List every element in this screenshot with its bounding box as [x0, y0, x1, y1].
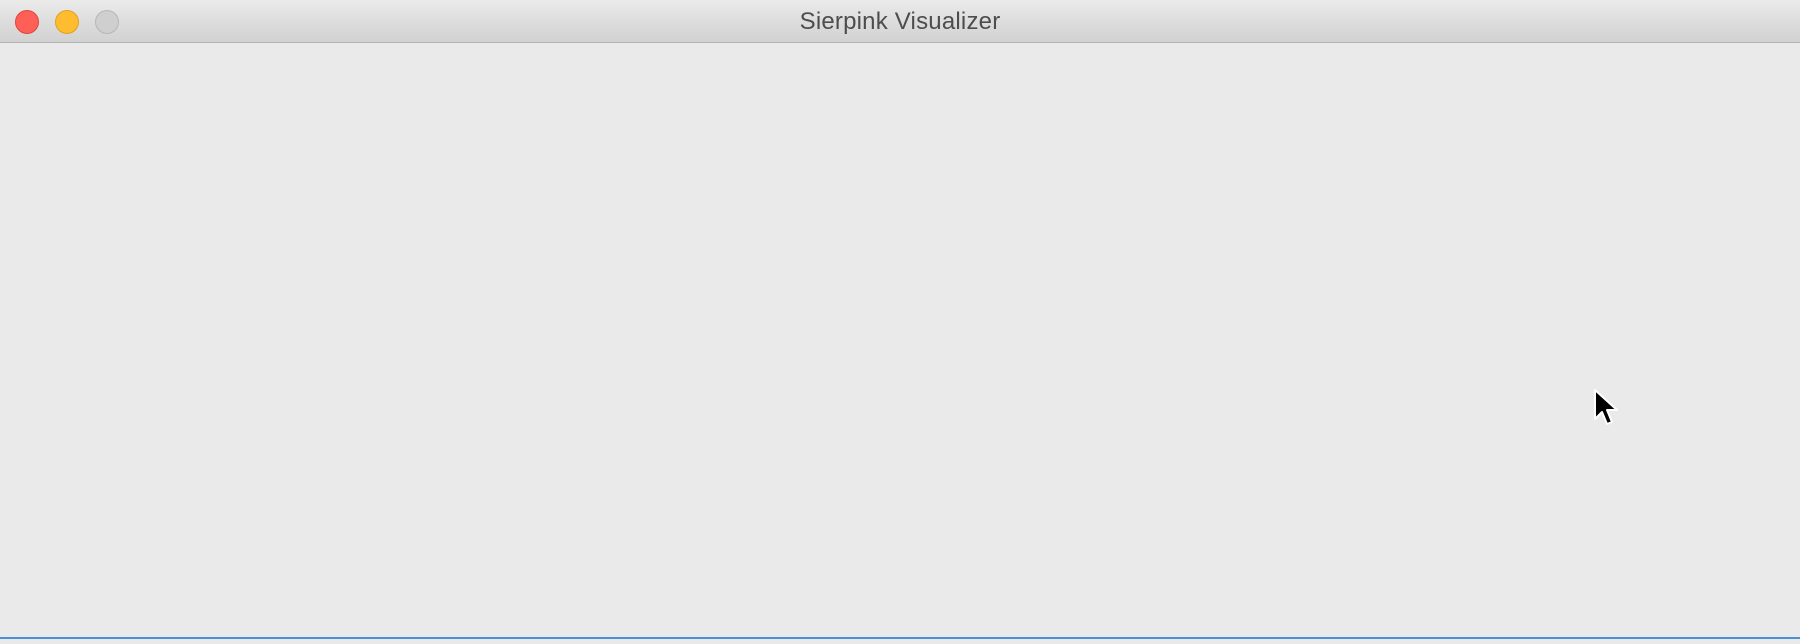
title-bar[interactable]: Sierpink Visualizer — [0, 0, 1800, 43]
mouse-pointer-icon — [1594, 389, 1618, 425]
window-title: Sierpink Visualizer — [799, 8, 1001, 35]
visualizer-canvas[interactable] — [0, 43, 1800, 637]
app-window: Sierpink Visualizer — [0, 0, 1800, 644]
window-bottom-border — [0, 637, 1800, 644]
